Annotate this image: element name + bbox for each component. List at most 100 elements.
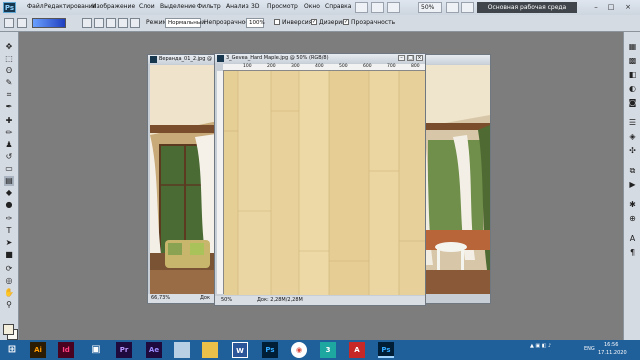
hand-tool-icon[interactable]: ✋ bbox=[4, 288, 14, 298]
move-tool-icon[interactable]: ✥ bbox=[4, 42, 14, 52]
gradient-picker[interactable] bbox=[32, 18, 66, 28]
shape-tool-icon[interactable]: ■ bbox=[4, 250, 14, 260]
history-brush-tool-icon[interactable]: ↺ bbox=[4, 152, 14, 162]
menu-3d[interactable]: 3D bbox=[251, 3, 259, 10]
swatches-panel-icon[interactable]: ▩ bbox=[627, 56, 638, 66]
blend-mode-select[interactable]: Нормальный bbox=[165, 18, 205, 28]
close-icon[interactable]: × bbox=[622, 2, 634, 13]
reflected-gradient-icon[interactable] bbox=[118, 18, 128, 28]
view-extras-button[interactable] bbox=[387, 2, 400, 13]
zoom-level-select[interactable]: 50% bbox=[418, 2, 442, 13]
minibridge-button[interactable] bbox=[371, 2, 384, 13]
eraser-tool-icon[interactable]: ▭ bbox=[4, 164, 14, 174]
inverse-checkbox[interactable] bbox=[274, 19, 280, 25]
zoom-tool-icon[interactable]: ⚲ bbox=[4, 300, 14, 310]
taskbar-indesign[interactable]: Id bbox=[58, 342, 74, 358]
menu-layers[interactable]: Слои bbox=[139, 3, 155, 10]
zoom-readout[interactable]: 66,73% bbox=[151, 294, 170, 303]
taskbar-autocad[interactable]: A bbox=[349, 342, 365, 358]
menu-filter[interactable]: Фильтр bbox=[197, 3, 221, 10]
menu-analysis[interactable]: Анализ bbox=[226, 3, 249, 10]
gradient-tool-icon[interactable] bbox=[4, 18, 14, 28]
taskbar-photoshop-active[interactable]: Ps bbox=[378, 342, 394, 358]
start-button-icon[interactable]: ⊞ bbox=[4, 342, 20, 358]
healing-tool-icon[interactable]: ✚ bbox=[4, 116, 14, 126]
lasso-tool-icon[interactable]: ʘ bbox=[4, 66, 14, 76]
marquee-tool-icon[interactable]: ⬚ bbox=[4, 54, 14, 64]
zoom-readout-maple[interactable]: 50% bbox=[221, 296, 232, 305]
opacity-field[interactable]: 100% bbox=[246, 18, 265, 28]
maximize-doc-icon[interactable]: □ bbox=[407, 55, 414, 61]
crop-tool-icon[interactable]: ⌗ bbox=[4, 90, 14, 100]
diamond-gradient-icon[interactable] bbox=[130, 18, 140, 28]
adjustments-panel-icon[interactable]: ◐ bbox=[627, 84, 638, 94]
eyedropper-tool-icon[interactable]: ✒ bbox=[4, 102, 14, 112]
document-window-maple[interactable]: 3_Gevea_Hard Maple.jpg @ 50% (RGB/8) – □… bbox=[214, 53, 426, 306]
taskbar-viewer-icon[interactable] bbox=[174, 342, 190, 358]
transparency-checkbox[interactable]: ✓ bbox=[343, 19, 349, 25]
menu-edit[interactable]: Редактирование bbox=[44, 3, 96, 10]
minimize-icon[interactable]: – bbox=[590, 2, 602, 13]
dither-checkbox[interactable]: ✓ bbox=[311, 19, 317, 25]
document-window-veranda[interactable]: Веранда_01_2.jpg @ 50% 66,73% Док bbox=[147, 54, 224, 304]
brush-tool-icon[interactable]: ✏ bbox=[4, 128, 14, 138]
workspace-switcher[interactable]: Основная рабочая среда bbox=[477, 2, 577, 13]
hand-tool-button[interactable] bbox=[446, 2, 459, 13]
gradient-tool-icon[interactable]: ▤ bbox=[4, 176, 14, 186]
document-title-bar-maple[interactable]: 3_Gevea_Hard Maple.jpg @ 50% (RGB/8) bbox=[215, 54, 425, 63]
blur-tool-icon[interactable]: ◆ bbox=[4, 188, 14, 198]
menu-select[interactable]: Выделение bbox=[160, 3, 196, 10]
paths-panel-icon[interactable]: ✣ bbox=[627, 146, 638, 156]
angle-gradient-icon[interactable] bbox=[106, 18, 116, 28]
menu-window[interactable]: Окно bbox=[304, 3, 320, 10]
brushes-panel-icon[interactable]: ✱ bbox=[627, 200, 638, 210]
dodge-tool-icon[interactable]: ● bbox=[4, 200, 14, 210]
taskbar-3dsmax[interactable]: 3 bbox=[320, 342, 336, 358]
stamp-tool-icon[interactable]: ♟ bbox=[4, 140, 14, 150]
type-tool-icon[interactable]: T bbox=[4, 226, 14, 236]
menu-file[interactable]: Файл bbox=[27, 3, 44, 10]
layers-panel-icon[interactable]: ☰ bbox=[627, 118, 638, 128]
menu-help[interactable]: Справка bbox=[325, 3, 351, 10]
3d-rotate-tool-icon[interactable]: ⟳ bbox=[4, 264, 14, 274]
channels-panel-icon[interactable]: ◈ bbox=[627, 132, 638, 142]
taskbar-after-effects[interactable]: Ae bbox=[146, 342, 162, 358]
character-panel-icon[interactable]: A bbox=[627, 234, 638, 244]
arrange-documents-button[interactable] bbox=[461, 2, 474, 13]
3d-orbit-tool-icon[interactable]: ◎ bbox=[4, 276, 14, 286]
linear-gradient-icon[interactable] bbox=[82, 18, 92, 28]
close-doc-icon[interactable]: × bbox=[416, 55, 423, 61]
language-indicator[interactable]: ENG bbox=[584, 346, 595, 352]
taskbar-premiere[interactable]: Pr bbox=[116, 342, 132, 358]
radial-gradient-icon[interactable] bbox=[94, 18, 104, 28]
clock-date[interactable]: 17.11.2020 bbox=[598, 350, 627, 356]
foreground-color-swatch[interactable] bbox=[3, 324, 14, 335]
history-panel-icon[interactable]: ⧉ bbox=[627, 166, 638, 176]
clock-time[interactable]: 16:56 bbox=[604, 342, 618, 348]
taskbar-chrome-icon[interactable]: ◉ bbox=[291, 342, 307, 358]
styles-panel-icon[interactable]: ◧ bbox=[627, 70, 638, 80]
taskbar-word[interactable]: W bbox=[232, 342, 248, 358]
bridge-button[interactable] bbox=[355, 2, 368, 13]
maximize-icon[interactable]: □ bbox=[605, 2, 617, 13]
color-panel-icon[interactable]: ▦ bbox=[627, 42, 638, 52]
document-title-bar-2[interactable] bbox=[421, 55, 490, 64]
pen-tool-icon[interactable]: ✑ bbox=[4, 214, 14, 224]
menu-image[interactable]: Изображение bbox=[92, 3, 135, 10]
taskbar-photoshop[interactable]: Ps bbox=[262, 342, 278, 358]
tray-icons[interactable]: ▲ ▣ ◧ ♪ bbox=[530, 343, 551, 349]
actions-panel-icon[interactable]: ▶ bbox=[627, 180, 638, 190]
taskbar-folder-icon[interactable] bbox=[202, 342, 218, 358]
document-title-bar[interactable]: Веранда_01_2.jpg @ 50% bbox=[148, 55, 223, 64]
quick-select-tool-icon[interactable]: ✎ bbox=[4, 78, 14, 88]
taskbar-illustrator[interactable]: Ai bbox=[30, 342, 46, 358]
path-select-tool-icon[interactable]: ➤ bbox=[4, 238, 14, 248]
clone-source-panel-icon[interactable]: ⊕ bbox=[627, 214, 638, 224]
tool-preset-icon[interactable] bbox=[17, 18, 27, 28]
taskbar-save-icon[interactable]: ▣ bbox=[88, 342, 104, 358]
menu-view[interactable]: Просмотр bbox=[267, 3, 298, 10]
document-window-veranda-2[interactable] bbox=[420, 54, 491, 304]
minimize-doc-icon[interactable]: – bbox=[398, 55, 405, 61]
paragraph-panel-icon[interactable]: ¶ bbox=[627, 248, 638, 258]
masks-panel-icon[interactable]: ◙ bbox=[627, 98, 638, 108]
